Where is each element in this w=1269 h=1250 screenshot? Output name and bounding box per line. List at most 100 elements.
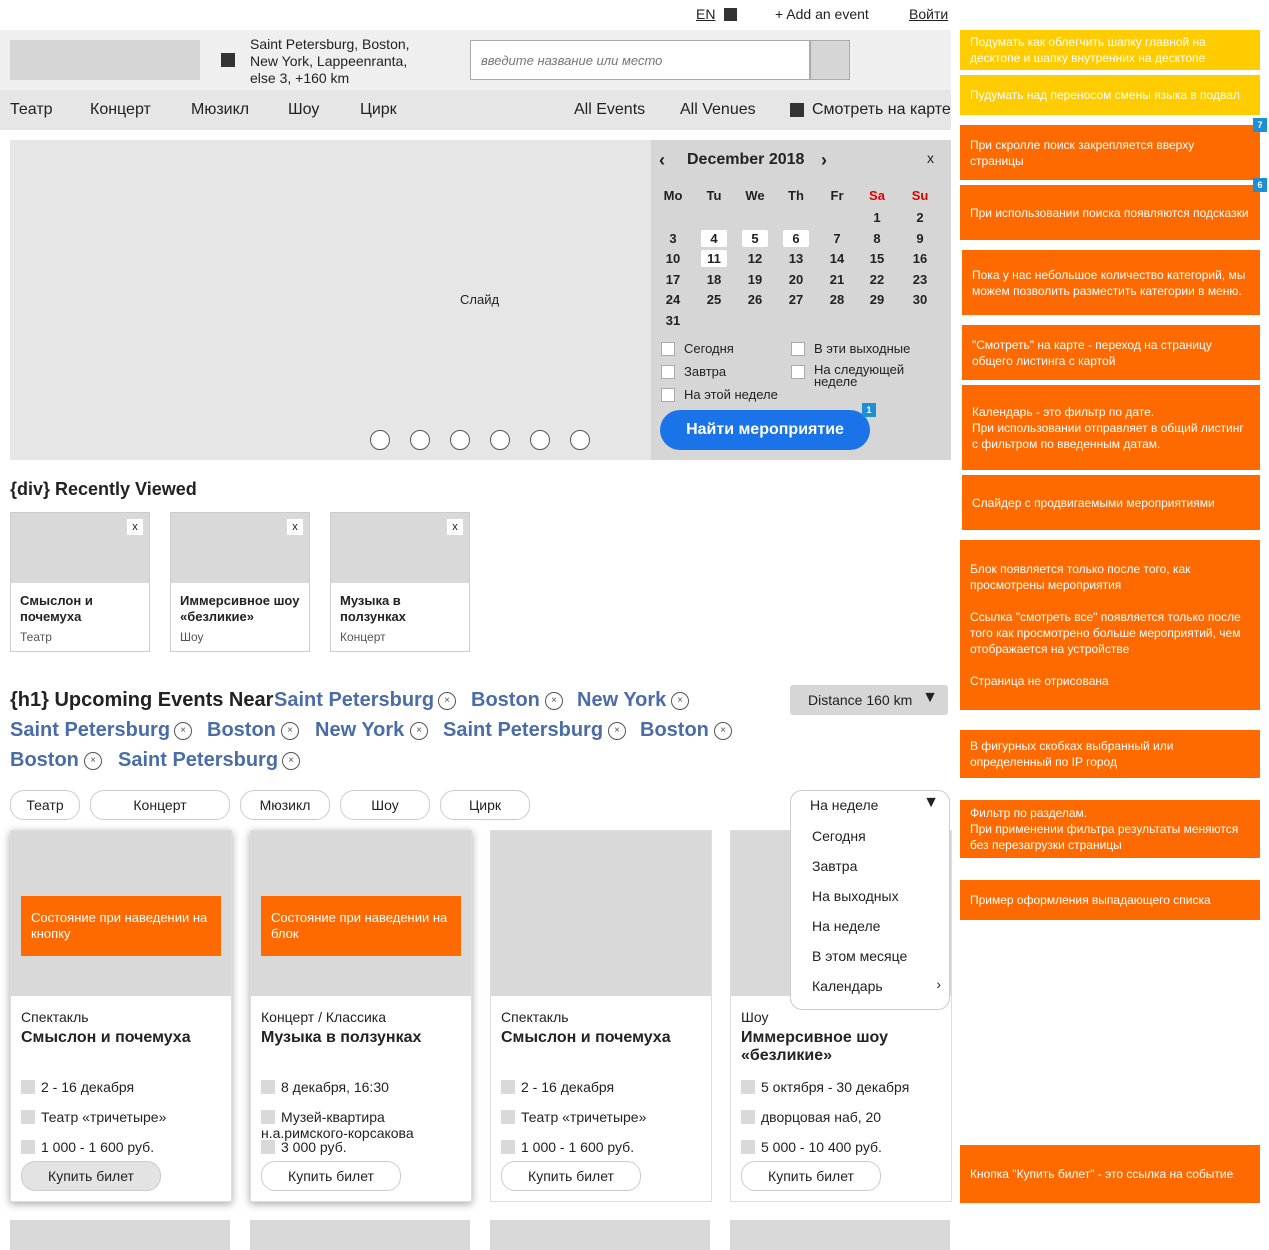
remove-city-icon[interactable]: × bbox=[438, 692, 456, 710]
event-card[interactable] bbox=[730, 1220, 950, 1250]
nav-item-theatre[interactable]: Театр bbox=[10, 101, 53, 119]
remove-city-icon[interactable]: × bbox=[281, 722, 299, 740]
calendar-day[interactable]: 8 bbox=[864, 230, 890, 247]
nav-all-events[interactable]: All Events bbox=[574, 101, 645, 119]
calendar-day[interactable]: 2 bbox=[907, 209, 933, 226]
calendar-day[interactable]: 18 bbox=[701, 271, 727, 288]
remove-recent-button[interactable]: x bbox=[287, 519, 303, 535]
event-name[interactable]: Иммерсивное шоу «безликие» bbox=[741, 1029, 941, 1065]
calendar-day[interactable]: 25 bbox=[701, 291, 727, 308]
buy-ticket-button[interactable]: Купить билет bbox=[21, 1161, 161, 1191]
event-name[interactable]: Музыка в ползунках bbox=[261, 1029, 461, 1047]
slider-dot[interactable] bbox=[530, 430, 550, 450]
filter-show[interactable]: Шоу bbox=[340, 790, 430, 820]
calendar-day[interactable]: 26 bbox=[742, 291, 768, 308]
period-option[interactable]: Завтра bbox=[812, 858, 857, 874]
calendar-day[interactable]: 3 bbox=[660, 230, 686, 247]
city-chip[interactable]: Boston bbox=[471, 689, 540, 712]
calendar-day[interactable]: 1 bbox=[864, 209, 890, 226]
calendar-day[interactable]: 10 bbox=[660, 250, 686, 267]
period-option[interactable]: На неделе bbox=[812, 918, 880, 934]
nav-item-musical[interactable]: Мюзикл bbox=[191, 101, 249, 119]
calendar-day[interactable]: 21 bbox=[824, 271, 850, 288]
filter-circus[interactable]: Цирк bbox=[440, 790, 530, 820]
location-text[interactable]: Saint Petersburg, Boston, New York, Lapp… bbox=[250, 36, 430, 87]
period-selected[interactable]: На неделе bbox=[810, 797, 878, 813]
language-label[interactable]: EN bbox=[696, 6, 715, 22]
event-card[interactable] bbox=[10, 1220, 230, 1250]
slider-dot[interactable] bbox=[490, 430, 510, 450]
buy-ticket-button[interactable]: Купить билет bbox=[261, 1161, 401, 1191]
city-chip[interactable]: New York bbox=[315, 719, 404, 742]
calendar-day[interactable]: 24 bbox=[660, 291, 686, 308]
city-chip[interactable]: Saint Petersburg bbox=[118, 749, 278, 772]
city-chip[interactable]: Saint Petersburg bbox=[443, 719, 603, 742]
recent-card[interactable]: x Музыка в ползунках Концерт bbox=[330, 512, 470, 652]
login-link[interactable]: Войти bbox=[909, 6, 948, 24]
remove-city-icon[interactable]: × bbox=[608, 722, 626, 740]
remove-recent-button[interactable]: x bbox=[127, 519, 143, 535]
calendar-day[interactable]: 7 bbox=[824, 230, 850, 247]
city-chip[interactable]: Boston bbox=[207, 719, 276, 742]
add-event-label[interactable]: + Add an event bbox=[775, 6, 869, 22]
period-option[interactable]: Календарь bbox=[812, 978, 883, 994]
calendar-next-button[interactable]: › bbox=[821, 150, 827, 171]
calendar-day[interactable]: 28 bbox=[824, 291, 850, 308]
buy-ticket-button[interactable]: Купить билет bbox=[501, 1161, 641, 1191]
buy-ticket-button[interactable]: Купить билет bbox=[741, 1161, 881, 1191]
dropdown-arrow-icon[interactable]: ▼ bbox=[923, 794, 939, 812]
city-chip[interactable]: Boston bbox=[640, 719, 709, 742]
calendar-day[interactable]: 17 bbox=[660, 271, 686, 288]
filter-concert[interactable]: Концерт bbox=[90, 790, 230, 820]
slider-dot[interactable] bbox=[450, 430, 470, 450]
calendar-prev-button[interactable]: ‹ bbox=[659, 150, 665, 171]
period-option[interactable]: Сегодня bbox=[812, 828, 866, 844]
nav-map-link[interactable]: Смотреть на карте bbox=[812, 101, 951, 119]
calendar-day[interactable]: 31 bbox=[660, 312, 686, 329]
city-chip[interactable]: New York bbox=[577, 689, 666, 712]
remove-city-icon[interactable]: × bbox=[282, 752, 300, 770]
filter-theatre[interactable]: Театр bbox=[10, 790, 80, 820]
distance-select[interactable]: Distance 160 km ▼ bbox=[790, 685, 948, 715]
weekend-checkbox[interactable] bbox=[791, 342, 805, 356]
calendar-day[interactable]: 20 bbox=[783, 271, 809, 288]
calendar-day[interactable]: 11 bbox=[701, 250, 727, 267]
slider-dot[interactable] bbox=[410, 430, 430, 450]
nav-item-show[interactable]: Шоу bbox=[288, 101, 319, 119]
calendar-day[interactable]: 13 bbox=[783, 250, 809, 267]
today-checkbox[interactable] bbox=[661, 342, 675, 356]
calendar-day[interactable]: 5 bbox=[742, 229, 768, 247]
event-card[interactable]: Состояние при наведении на блок Концерт … bbox=[250, 830, 472, 1202]
search-input[interactable] bbox=[470, 40, 810, 80]
event-name[interactable]: Смыслон и почемуха bbox=[501, 1029, 701, 1047]
add-event-link[interactable]: + Add an event bbox=[775, 6, 869, 24]
promo-slider[interactable]: Слайд bbox=[10, 140, 651, 460]
period-option[interactable]: На выходных bbox=[812, 888, 899, 904]
calendar-day[interactable]: 27 bbox=[783, 291, 809, 308]
recent-card[interactable]: x Смыслон и почемуха Театр bbox=[10, 512, 150, 652]
search-button[interactable] bbox=[810, 40, 850, 80]
event-name[interactable]: Смыслон и почемуха bbox=[21, 1029, 221, 1047]
calendar-day[interactable]: 9 bbox=[907, 230, 933, 247]
tomorrow-checkbox[interactable] bbox=[661, 365, 675, 379]
calendar-close-button[interactable]: x bbox=[927, 150, 934, 166]
remove-city-icon[interactable]: × bbox=[84, 752, 102, 770]
calendar-day[interactable]: 22 bbox=[864, 271, 890, 288]
remove-city-icon[interactable]: × bbox=[410, 722, 428, 740]
calendar-day[interactable]: 16 bbox=[907, 250, 933, 267]
this-week-checkbox[interactable] bbox=[661, 388, 675, 402]
remove-city-icon[interactable]: × bbox=[671, 692, 689, 710]
city-chip[interactable]: Saint Petersburg bbox=[274, 689, 434, 712]
event-card[interactable] bbox=[250, 1220, 470, 1250]
login-label[interactable]: Войти bbox=[909, 6, 948, 22]
calendar-day[interactable]: 23 bbox=[907, 271, 933, 288]
calendar-day[interactable]: 14 bbox=[824, 250, 850, 267]
calendar-day[interactable]: 12 bbox=[742, 250, 768, 267]
filter-musical[interactable]: Мюзикл bbox=[240, 790, 330, 820]
calendar-day[interactable]: 4 bbox=[701, 229, 727, 247]
period-dropdown[interactable]: На неделе ▼ Сегодня Завтра На выходных Н… bbox=[790, 790, 950, 1010]
period-option[interactable]: В этом месяце bbox=[812, 948, 907, 964]
city-chip[interactable]: Saint Petersburg bbox=[10, 719, 170, 742]
remove-city-icon[interactable]: × bbox=[174, 722, 192, 740]
slider-dot[interactable] bbox=[570, 430, 590, 450]
